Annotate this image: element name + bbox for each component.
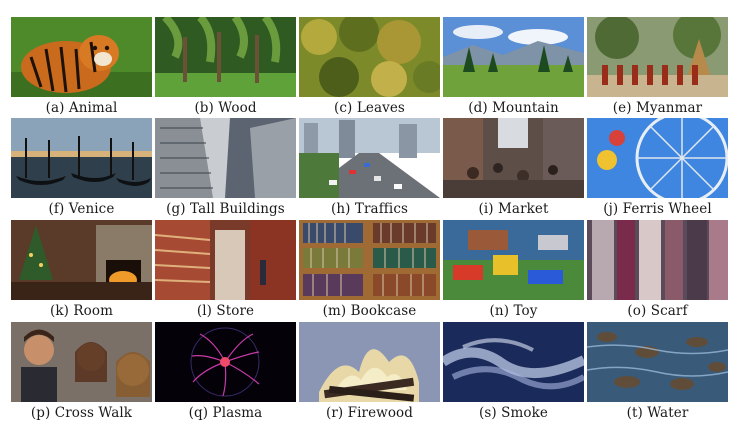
scarf-thumbnail (587, 220, 728, 300)
panel-caption: (q) Plasma (188, 405, 263, 421)
panel-venice: (f) Venice (11, 118, 152, 217)
tall-buildings-thumbnail (155, 118, 296, 198)
venice-thumbnail (11, 118, 152, 198)
panel-caption: (m) Bookcase (322, 303, 417, 319)
panel-caption: (s) Smoke (479, 405, 548, 421)
panel-caption: (o) Scarf (627, 303, 688, 319)
firewood-thumbnail (299, 322, 440, 402)
panel-scarf: (o) Scarf (587, 220, 728, 319)
leaves-thumbnail (299, 17, 440, 97)
panel-leaves: (c) Leaves (299, 17, 440, 116)
panel-caption: (a) Animal (45, 100, 118, 116)
panel-plasma: (q) Plasma (155, 322, 296, 421)
panel-caption: (d) Mountain (468, 100, 559, 116)
wood-thumbnail (155, 17, 296, 97)
panel-wood: (b) Wood (155, 17, 296, 116)
toy-thumbnail (443, 220, 584, 300)
panel-water: (t) Water (587, 322, 728, 421)
room-thumbnail (11, 220, 152, 300)
panel-animal: (a) Animal (11, 17, 152, 116)
panel-caption: (f) Venice (48, 201, 115, 217)
panel-smoke: (s) Smoke (443, 322, 584, 421)
panel-caption: (h) Traffics (330, 201, 409, 217)
panel-caption: (i) Market (478, 201, 549, 217)
panel-toy: (n) Toy (443, 220, 584, 319)
panel-tall-buildings: (g) Tall Buildings (155, 118, 296, 217)
store-thumbnail (155, 220, 296, 300)
cross-walk-thumbnail (11, 322, 152, 402)
panel-market: (i) Market (443, 118, 584, 217)
myanmar-thumbnail (587, 17, 728, 97)
figure-grid: (a) Animal (b) Wood (c) Leaves (d) Mount… (0, 0, 747, 429)
panel-mountain: (d) Mountain (443, 17, 584, 116)
panel-caption: (n) Toy (489, 303, 538, 319)
traffics-thumbnail (299, 118, 440, 198)
plasma-thumbnail (155, 322, 296, 402)
mountain-thumbnail (443, 17, 584, 97)
ferris-wheel-thumbnail (587, 118, 728, 198)
panel-caption: (r) Firewood (325, 405, 414, 421)
panel-cross-walk: (p) Cross Walk (11, 322, 152, 421)
panel-firewood: (r) Firewood (299, 322, 440, 421)
panel-myanmar: (e) Myanmar (587, 17, 728, 116)
panel-caption: (j) Ferris Wheel (603, 201, 712, 217)
panel-caption: (l) Store (196, 303, 255, 319)
panel-caption: (t) Water (626, 405, 689, 421)
panel-room: (k) Room (11, 220, 152, 319)
smoke-thumbnail (443, 322, 584, 402)
market-thumbnail (443, 118, 584, 198)
water-thumbnail (587, 322, 728, 402)
panel-caption: (c) Leaves (334, 100, 405, 116)
panel-caption: (e) Myanmar (612, 100, 703, 116)
panel-traffics: (h) Traffics (299, 118, 440, 217)
panel-bookcase: (m) Bookcase (299, 220, 440, 319)
panel-caption: (k) Room (49, 303, 114, 319)
panel-caption: (g) Tall Buildings (166, 201, 285, 217)
panel-caption: (p) Cross Walk (30, 405, 133, 421)
bookcase-thumbnail (299, 220, 440, 300)
animal-thumbnail (11, 17, 152, 97)
panel-caption: (b) Wood (194, 100, 257, 116)
panel-ferris-wheel: (j) Ferris Wheel (587, 118, 728, 217)
panel-store: (l) Store (155, 220, 296, 319)
